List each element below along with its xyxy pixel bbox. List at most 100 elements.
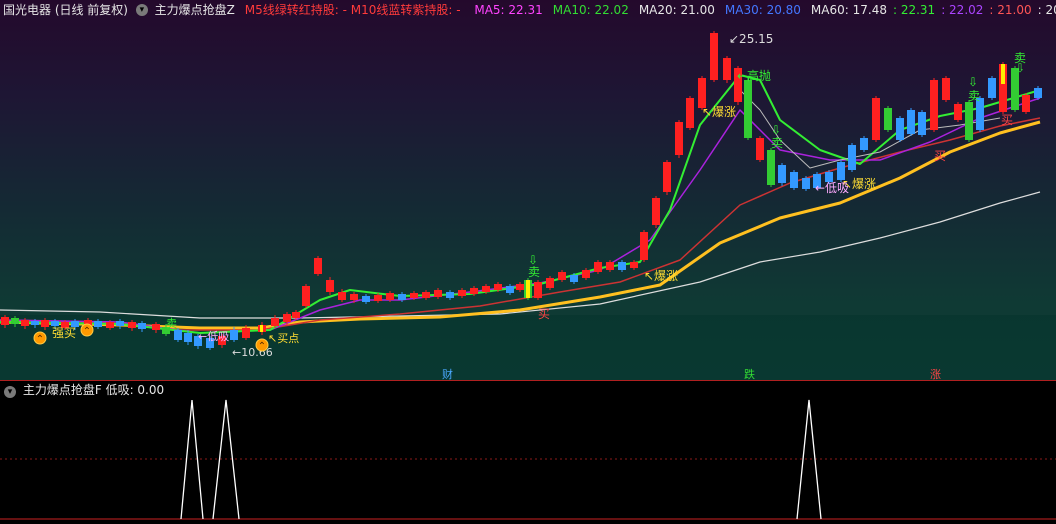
candle-body <box>570 275 578 282</box>
candle-body <box>362 296 370 302</box>
event-marker[interactable]: 跌 <box>742 368 757 381</box>
buy-point-label: ↖买点 <box>268 332 299 345</box>
candle-body <box>1 317 9 325</box>
sub-indicator-menu-icon[interactable]: ▾ <box>4 386 16 398</box>
candle-body <box>302 286 310 306</box>
candle-body <box>242 328 250 338</box>
candle-body <box>896 118 904 140</box>
candle-body <box>174 330 182 340</box>
candle-body <box>386 293 394 300</box>
candle-body <box>848 145 856 170</box>
event-marker[interactable]: 涨 <box>928 368 943 381</box>
candle-body <box>458 290 466 296</box>
candle-body <box>723 58 731 80</box>
candle-body <box>184 333 192 342</box>
stock-chart[interactable]: ↙25.15 ←高抛 ↖爆涨 ↖爆涨 ↖爆涨 ←低吸 ←低吸 ←10.66 ↖买点 强买卖卖卖卖卖… <box>0 0 1056 524</box>
candle-body <box>582 270 590 278</box>
candle-body <box>470 288 478 294</box>
candle-body <box>606 262 614 270</box>
highlight-stripe <box>260 325 263 332</box>
ma-values: MA5: 22.31 MA10: 22.02 MA20: 21.00 MA30: 20… <box>464 0 1056 20</box>
candle-body <box>116 321 124 326</box>
event-marker[interactable]: 财 <box>440 368 455 381</box>
buy-label: 买 <box>934 149 946 163</box>
ma-value: : 22.02 <box>941 3 984 17</box>
ma-value: : 20.86 <box>1037 3 1056 17</box>
candle-body <box>292 312 300 318</box>
sell-label: 卖 <box>166 317 177 330</box>
candle-body <box>350 294 358 300</box>
buy-label: 买 <box>538 307 550 321</box>
candle-body <box>630 262 638 268</box>
candle-body <box>314 258 322 274</box>
candle-body <box>930 80 938 130</box>
ma-line-yellow <box>0 120 1041 330</box>
candle-body <box>31 321 39 325</box>
strong-buy-icon: ⌃ <box>36 334 44 345</box>
candle-body <box>152 324 160 330</box>
candle-body <box>11 318 19 324</box>
candle-body <box>594 262 602 272</box>
candle-body <box>446 292 454 298</box>
ma-line-purple <box>0 97 1041 334</box>
indicator-name[interactable]: 主力爆点抢盘Z <box>155 0 235 20</box>
surge-label: ↖爆涨 <box>644 268 678 283</box>
surge-label: ↖爆涨 <box>702 104 736 119</box>
candle-body <box>271 318 279 326</box>
chart-header: 国光电器 (日线 前复权) ▾ 主力爆点抢盘Z M5线绿转红持股: - M10线… <box>0 0 1056 20</box>
indicator-menu-icon[interactable]: ▾ <box>135 4 148 16</box>
candle-body <box>410 293 418 298</box>
candle-body <box>516 284 524 290</box>
candle-body <box>338 292 346 300</box>
sub-indicator-name[interactable]: 主力爆点抢盘F <box>23 383 102 397</box>
main-price-pane[interactable]: ↙25.15 ←高抛 ↖爆涨 ↖爆涨 ↖爆涨 ←低吸 ←低吸 ←10.66 ↖买点 强买卖卖卖卖卖… <box>0 0 1056 380</box>
candle-body <box>422 292 430 298</box>
candle-body <box>710 33 718 80</box>
candle-body <box>482 286 490 292</box>
sell-label: 卖 <box>771 136 783 150</box>
candle-body <box>663 162 671 192</box>
low-buy-label: ←低吸 <box>815 181 849 195</box>
sub-indicator-pane[interactable]: ▾ 主力爆点抢盘F 低吸: 0.00 <box>0 381 1056 524</box>
ma-value: : 22.31 <box>892 3 936 17</box>
high-price-label: ↙25.15 <box>729 32 773 46</box>
stock-title: 国光电器 (日线 前复权) <box>3 3 128 17</box>
ma-value: MA10: 22.02 <box>552 3 629 17</box>
ma-value: MA5: 22.31 <box>474 3 543 17</box>
candle-body <box>686 98 694 128</box>
candle-body <box>640 232 648 260</box>
candlestick-chart[interactable]: ↙25.15←高抛↖爆涨↖爆涨↖爆涨←低吸←低吸←10.66↖买点强买卖卖卖卖卖… <box>0 0 1056 380</box>
candle-body <box>954 104 962 120</box>
sell-arrow-icon: ⇩ <box>771 123 781 137</box>
candle-body <box>756 138 764 160</box>
candle-body <box>21 320 29 326</box>
candle-body <box>534 282 542 298</box>
candle-body <box>698 78 706 108</box>
candle-body <box>326 280 334 292</box>
candle-body <box>128 322 136 328</box>
sell-arrow-icon: ⇩ <box>528 253 538 267</box>
candle-body <box>398 294 406 300</box>
candle-body <box>41 320 49 327</box>
buy-label: 买 <box>1001 113 1013 127</box>
candle-body <box>884 108 892 130</box>
sub-indicator-chart <box>0 399 1056 520</box>
candle-body <box>860 138 868 150</box>
candle-body <box>138 323 146 329</box>
candle-body <box>907 110 915 134</box>
ma-value: MA20: 21.00 <box>638 3 715 17</box>
highlight-stripe <box>526 280 530 298</box>
candle-body <box>618 262 626 270</box>
sell-label: 卖 <box>528 265 540 279</box>
candle-body <box>506 286 514 293</box>
candle-body <box>988 78 996 98</box>
candle-body <box>872 98 880 140</box>
candle-body <box>494 284 502 290</box>
signal-text: M5线绿转红持股: - M10线蓝转紫持股: - <box>244 3 461 17</box>
candle-body <box>230 330 238 340</box>
candle-body <box>434 290 442 297</box>
ma-value: MA30: 20.80 <box>724 3 801 17</box>
ma-value: : 21.00 <box>989 3 1032 17</box>
candle-body <box>558 272 566 280</box>
candle-body <box>1022 95 1030 112</box>
